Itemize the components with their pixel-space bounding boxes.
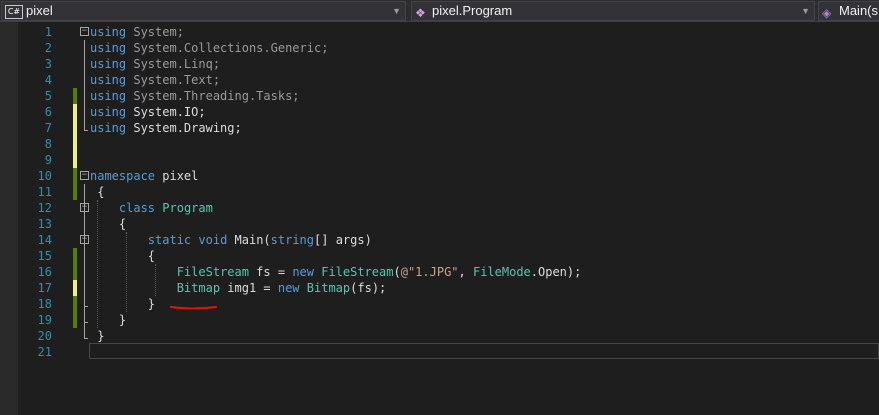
class-dropdown[interactable]: ❖ pixel.Program ▼ (411, 1, 815, 21)
csharp-project-icon: C# (5, 5, 23, 19)
member-dropdown[interactable]: ◈ Main(s (818, 1, 879, 21)
navigation-bar: C# pixel ▼ ❖ pixel.Program ▼ ◈ Main(s (0, 0, 879, 22)
annotation-underline (170, 306, 217, 310)
code-editor[interactable]: 1 using System; 2 using System.Collections.… (0, 22, 879, 415)
class-dropdown-label: pixel.Program (432, 3, 513, 18)
method-icon: ◈ (822, 6, 832, 20)
class-icon: ❖ (415, 6, 426, 20)
project-dropdown[interactable]: C# pixel ▼ (1, 1, 406, 21)
chevron-down-icon[interactable]: ▼ (392, 2, 401, 20)
member-dropdown-label: Main(s (839, 3, 879, 18)
project-dropdown-label: pixel (26, 3, 53, 18)
chevron-down-icon[interactable]: ▼ (801, 2, 810, 20)
